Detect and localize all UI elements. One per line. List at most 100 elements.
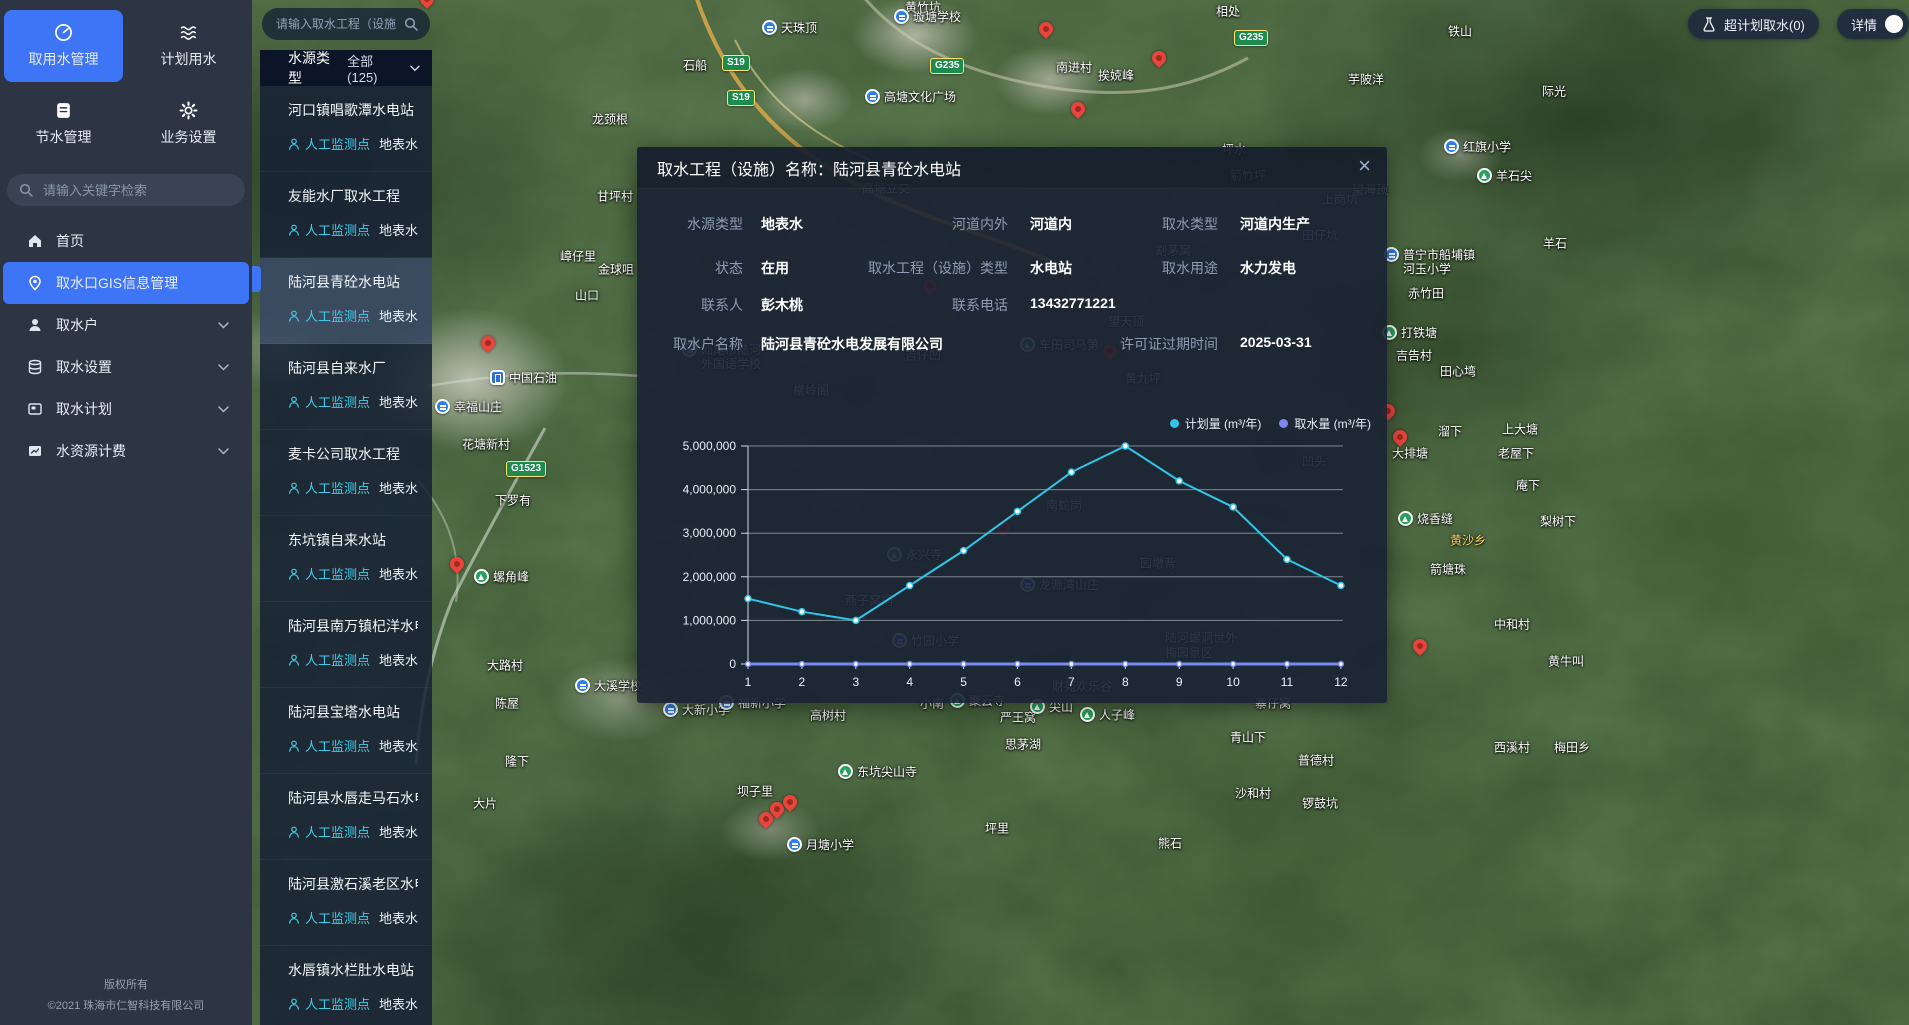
poi-nature-icon [474,569,489,584]
water-source-type: 地表水 [379,392,418,411]
station-name: 友能水厂取水工程 [288,186,418,206]
water-source-type: 地表水 [379,822,418,841]
poi-nature-icon [838,764,853,779]
field-value: 地表水 [761,214,803,234]
station-list-item[interactable]: 陆河县青砼水电站 人工监测点 地表水 [260,258,432,344]
chevron-down-icon [218,322,229,329]
station-list-item[interactable]: 陆河县水唇走马石水电站 人工监测点 地表水 [260,774,432,860]
station-list-item[interactable]: 水唇镇水栏肚水电站 人工监测点 地表水 [260,946,432,1025]
map-poi-label: 天珠顶 [781,21,817,35]
map-poi[interactable]: 高塘文化广场 [865,89,956,104]
sidebar-item-home[interactable]: 首页 [3,220,249,262]
field-row: 水源类型地表水河道内外河道内取水类型河道内生产 [657,214,1367,234]
poi-school-icon [894,9,909,24]
over-plan-intake-button[interactable]: 超计划取水(0) [1688,9,1819,39]
svg-text:8: 8 [1122,675,1129,689]
module-planned-water-use[interactable]: 计划用水 [129,10,248,82]
map-poi[interactable]: 烧香缝 [1398,511,1453,526]
monitor-type-label: 人工监测点 [305,994,370,1013]
monitor-type: 人工监测点 [288,392,370,411]
person-icon [288,310,300,322]
map-poi-label: 璇塘学校 [913,10,961,24]
monitor-type-label: 人工监测点 [305,478,370,497]
map-label: 下罗有 [495,494,531,509]
sidebar-search-input[interactable] [41,182,233,199]
station-list-item[interactable]: 麦卡公司取水工程 人工监测点 地表水 [260,430,432,516]
module-business-settings[interactable]: 业务设置 [129,88,248,160]
module-water-intake-management[interactable]: 取用水管理 [4,10,123,82]
map-poi[interactable]: 璇塘学校 [894,9,961,24]
station-list-item[interactable]: 河口镇唱歌潭水电站 人工监测点 地表水 [260,86,432,172]
sidebar-item-intake-plan[interactable]: 取水计划 [3,388,249,430]
field-row: 联系人彭木桃联系电话13432771221 [657,295,1367,315]
detail-toggle-label: 详情 [1851,15,1877,34]
water-source-type: 地表水 [379,650,418,669]
map-label: 甘坪村 [597,190,633,205]
filter-label: 水源类型 [288,50,343,88]
monitor-type-label: 人工监测点 [305,392,370,411]
field-value: 河道内 [1030,214,1072,234]
station-list-item[interactable]: 友能水厂取水工程 人工监测点 地表水 [260,172,432,258]
map-label: 田心塆 [1440,365,1476,380]
map-poi[interactable]: 东坑尖山寺 [838,764,917,779]
document-icon [54,101,73,120]
svg-text:2: 2 [799,675,806,689]
station-list-container[interactable]: 水源类型 全部 (125) 河口镇唱歌潭水电站 人工监测点 [260,50,432,1025]
station-search-input[interactable] [274,16,398,32]
station-list-item[interactable]: 陆河县自来水厂 人工监测点 地表水 [260,344,432,430]
map-poi[interactable]: 红旗小学 [1444,139,1511,154]
station-list-item[interactable]: 陆河县宝塔水电站 人工监测点 地表水 [260,688,432,774]
poi-nature-icon [1398,511,1413,526]
water-source-type: 地表水 [379,908,418,927]
sidebar-item-water-billing[interactable]: 水资源计费 [3,430,249,472]
person-icon [288,826,300,838]
database-icon [27,359,43,375]
close-icon[interactable]: × [1358,155,1371,177]
sidebar-item-water-users[interactable]: 取水户 [3,304,249,346]
map-poi[interactable]: 幸福山庄 [435,399,502,414]
monitor-type: 人工监测点 [288,478,370,497]
sidebar-item-intake-settings[interactable]: 取水设置 [3,346,249,388]
svg-text:5,000,000: 5,000,000 [683,439,737,453]
road-badge: G235 [1234,30,1268,46]
toggle-knob [1885,15,1903,33]
field-label: 水源类型 [657,214,743,234]
module-water-saving-management[interactable]: 节水管理 [4,88,123,160]
detail-toggle[interactable]: 详情 [1837,9,1909,39]
svg-text:11: 11 [1281,675,1294,689]
station-list-item[interactable]: 陆河县激石溪老区水电站 人工监测点 地表水 [260,860,432,946]
sidebar-search [7,174,245,206]
poi-school-icon [435,399,450,414]
monitor-type-label: 人工监测点 [305,650,370,669]
map-poi[interactable]: 人子峰 [1080,707,1135,722]
chevron-down-icon [218,448,229,455]
map-poi[interactable]: 大溪学校 [575,678,642,693]
map-poi[interactable]: 普宁市船埔镇 河玉小学 [1384,247,1475,277]
map-poi[interactable]: 羊石尖 [1477,168,1532,183]
monitor-type-label: 人工监测点 [305,908,370,927]
field-value: 陆河县青砼水电发展有限公司 [761,334,943,354]
map-label: 坝子里 [737,785,773,800]
field: 取水工程（设施）类型水电站 [860,258,1072,278]
station-list-item[interactable]: 东坑镇自来水站 人工监测点 地表水 [260,516,432,602]
map-poi-label: 中国石油 [509,371,557,385]
module-switcher: 取用水管理 计划用水 节水管理 [0,0,252,160]
map-poi[interactable]: 中国石油 [490,370,557,385]
map-label: 南进村 [1056,61,1092,76]
source-type-dropdown[interactable]: 全部 (125) [347,51,420,85]
map-poi[interactable]: 螺角峰 [474,569,529,584]
road-badge: S19 [727,90,755,106]
monitor-type-label: 人工监测点 [305,134,370,153]
sidebar-item-gis-info[interactable]: 取水口GIS信息管理 [3,262,249,304]
over-plan-intake-label: 超计划取水(0) [1724,15,1805,34]
map-label: 熊石 [1158,837,1182,852]
water-source-type: 地表水 [379,736,418,755]
line-chart-svg: 01,000,0002,000,0003,000,0004,000,0005,0… [667,412,1367,697]
map-poi[interactable]: 月塘小学 [787,837,854,852]
map-label: 黄牛叫 [1548,655,1584,670]
monitor-type: 人工监测点 [288,736,370,755]
collapse-panel-button[interactable] [252,266,261,292]
map-poi[interactable]: 天珠顶 [762,20,817,35]
station-list-item[interactable]: 陆河县南万镇杞洋水电站 人工监测点 地表水 [260,602,432,688]
map-poi[interactable]: 打铁塘 [1382,325,1437,340]
